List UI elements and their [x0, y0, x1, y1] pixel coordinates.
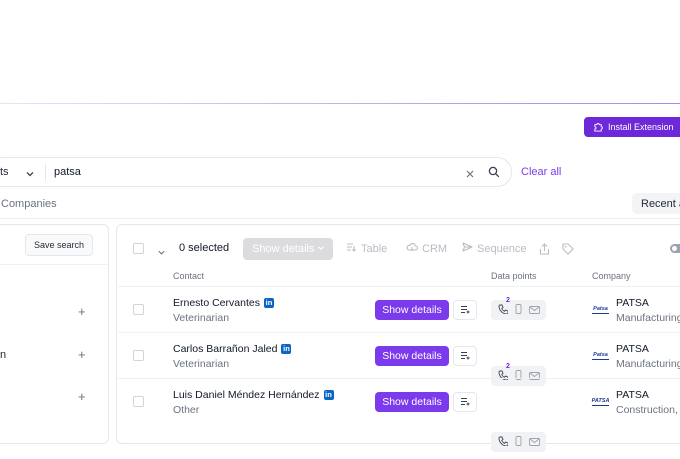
contact-title: Veterinarian: [173, 312, 230, 324]
mobile-icon: [515, 433, 522, 451]
mobile-icon: [515, 301, 522, 319]
row-divider: [116, 378, 680, 379]
company-industry: Construction,: [616, 404, 678, 416]
row-divider: [116, 332, 680, 333]
company-name[interactable]: PATSA: [616, 297, 649, 309]
tab-companies[interactable]: Companies: [1, 198, 57, 210]
company-logo: Patsa: [592, 352, 609, 360]
search-scope-select[interactable]: ts: [0, 166, 9, 178]
add-to-sequence-button[interactable]: [453, 392, 477, 412]
table-button[interactable]: Table: [346, 242, 387, 255]
install-extension-button[interactable]: Install Extension: [584, 117, 680, 137]
contact-title: Other: [173, 404, 200, 416]
chevron-down-icon[interactable]: [25, 166, 35, 184]
search-divider: [45, 164, 46, 181]
table-icon: [346, 242, 357, 255]
bulk-show-details-label: Show details: [252, 243, 315, 255]
data-points[interactable]: 2: [491, 297, 546, 320]
column-header-contact[interactable]: Contact: [173, 271, 204, 281]
bulk-show-details-button[interactable]: Show details: [243, 238, 333, 260]
email-icon: [528, 367, 540, 385]
puzzle-icon: [593, 121, 604, 134]
crm-button[interactable]: CRM: [406, 242, 447, 255]
row-checkbox[interactable]: [133, 396, 144, 407]
column-header-company[interactable]: Company: [592, 271, 631, 281]
chevron-down-icon: [317, 243, 325, 255]
mobile-icon: [515, 367, 522, 385]
row-checkbox[interactable]: [133, 304, 144, 315]
row-checkbox[interactable]: [133, 350, 144, 361]
show-details-button[interactable]: Show details: [375, 346, 449, 366]
company-industry: Manufacturing: [616, 358, 680, 370]
list-add-icon: [460, 301, 471, 319]
search-icon[interactable]: [488, 165, 500, 183]
clear-search-icon[interactable]: [465, 166, 475, 184]
header-divider: [116, 286, 680, 287]
filters-divider: [0, 264, 108, 265]
list-add-icon: [460, 347, 471, 365]
email-icon: [528, 433, 540, 451]
linkedin-icon[interactable]: in: [323, 390, 334, 400]
filters-panel: [0, 224, 109, 444]
company-logo: Patsa: [592, 306, 609, 314]
table-label: Table: [361, 242, 388, 255]
contact-name[interactable]: Carlos Barrañon Jaled in: [173, 343, 292, 355]
email-icon: [528, 301, 540, 319]
data-points[interactable]: 2: [491, 363, 546, 386]
selected-count: 0 selected: [179, 242, 230, 254]
filter-label: n: [0, 349, 7, 361]
company-name[interactable]: PATSA: [616, 343, 649, 355]
column-header-data-points[interactable]: Data points: [491, 271, 537, 281]
cloud-icon: [406, 242, 419, 255]
sequence-button[interactable]: Sequence: [462, 242, 527, 255]
header-divider: [0, 103, 680, 104]
phone-count-badge: 2: [506, 297, 510, 304]
send-icon: [462, 242, 473, 255]
company-industry: Manufacturing: [616, 312, 680, 324]
contact-name-text: Ernesto Cervantes: [173, 297, 260, 309]
company-logo: PATSA: [591, 398, 610, 406]
chevron-down-icon[interactable]: [157, 244, 166, 262]
data-points[interactable]: [491, 432, 546, 452]
install-extension-label: Install Extension: [608, 122, 674, 132]
contact-name-text: Luis Daniel Méndez Hernández: [173, 389, 320, 401]
phone-count-badge: 2: [506, 363, 510, 370]
linkedin-icon[interactable]: in: [281, 344, 292, 354]
list-add-icon: [460, 393, 471, 411]
recent-button[interactable]: Recent a: [632, 193, 680, 214]
add-filter-icon[interactable]: +: [78, 389, 86, 404]
add-to-sequence-button[interactable]: [453, 300, 477, 320]
sequence-label: Sequence: [477, 242, 527, 255]
select-all-checkbox[interactable]: [133, 243, 144, 254]
add-filter-icon[interactable]: +: [78, 347, 86, 362]
show-details-button[interactable]: Show details: [375, 392, 449, 412]
company-name[interactable]: PATSA: [616, 389, 649, 401]
contact-name-text: Carlos Barrañon Jaled: [173, 343, 278, 355]
view-toggle[interactable]: [670, 244, 680, 253]
tabs-divider: [0, 218, 680, 219]
add-to-sequence-button[interactable]: [453, 346, 477, 366]
clear-all-link[interactable]: Clear all: [521, 166, 561, 178]
crm-label: CRM: [422, 242, 448, 255]
contact-name[interactable]: Luis Daniel Méndez Hernández in: [173, 389, 334, 401]
search-input[interactable]: patsa: [54, 166, 81, 178]
export-icon[interactable]: [539, 242, 550, 260]
tag-icon[interactable]: [562, 242, 574, 260]
contact-title: Veterinarian: [173, 358, 230, 370]
add-filter-icon[interactable]: +: [78, 304, 86, 319]
contact-name[interactable]: Ernesto Cervantes in: [173, 297, 274, 309]
save-search-button[interactable]: Save search: [25, 234, 93, 256]
linkedin-icon[interactable]: in: [263, 298, 274, 308]
phone-icon: [498, 433, 508, 451]
show-details-button[interactable]: Show details: [375, 300, 449, 320]
